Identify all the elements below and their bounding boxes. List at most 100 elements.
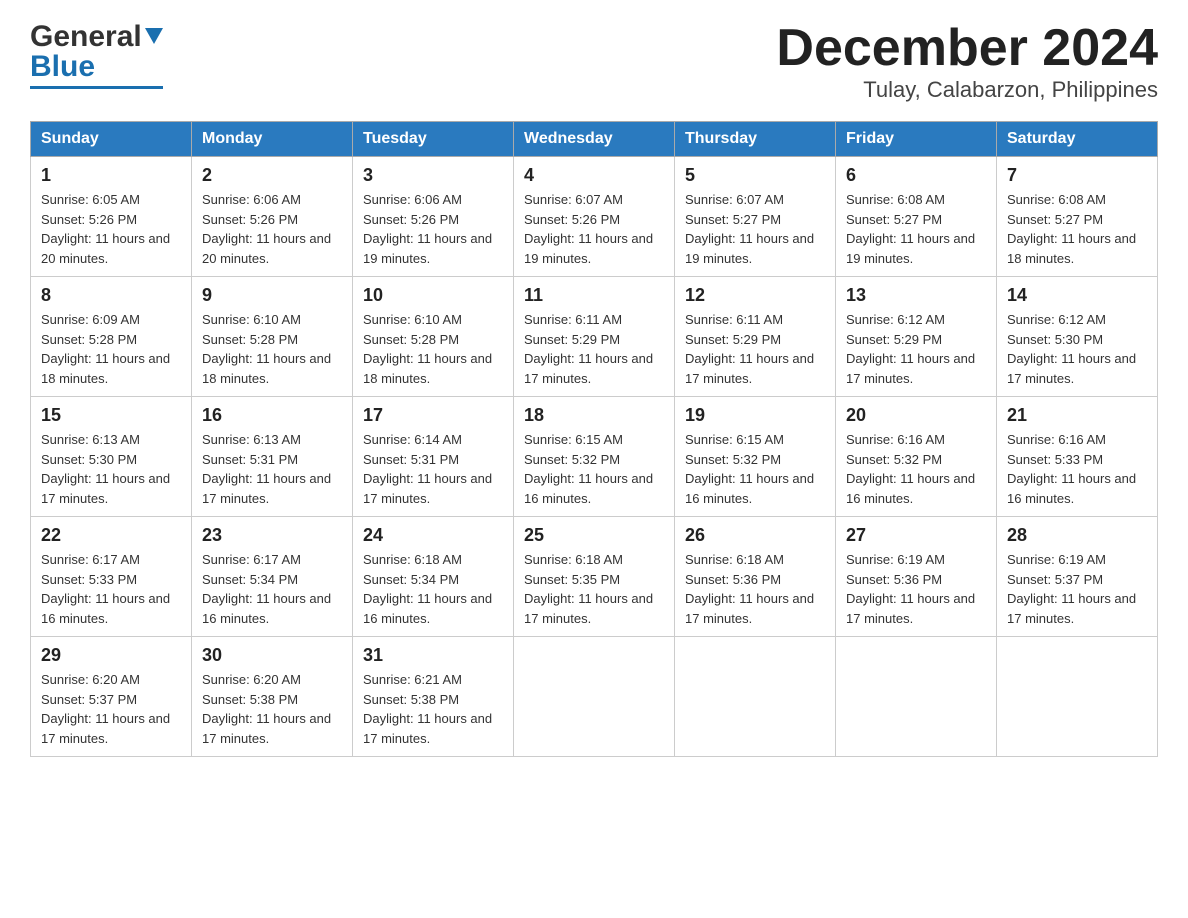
day-info: Sunrise: 6:16 AM Sunset: 5:33 PM Dayligh… — [1007, 430, 1147, 508]
calendar-cell — [514, 637, 675, 757]
header-sunday: Sunday — [31, 122, 192, 157]
calendar-cell: 29 Sunrise: 6:20 AM Sunset: 5:37 PM Dayl… — [31, 637, 192, 757]
calendar-cell: 8 Sunrise: 6:09 AM Sunset: 5:28 PM Dayli… — [31, 277, 192, 397]
calendar-cell — [836, 637, 997, 757]
sunrise-label: Sunrise: 6:06 AM — [363, 192, 462, 207]
daylight-label: Daylight: 11 hours and 18 minutes. — [202, 351, 331, 386]
day-number: 13 — [846, 285, 986, 306]
logo-triangle-icon — [145, 28, 163, 49]
daylight-label: Daylight: 11 hours and 18 minutes. — [1007, 231, 1136, 266]
daylight-label: Daylight: 11 hours and 16 minutes. — [524, 471, 653, 506]
sunrise-label: Sunrise: 6:10 AM — [363, 312, 462, 327]
sunrise-label: Sunrise: 6:12 AM — [1007, 312, 1106, 327]
day-info: Sunrise: 6:20 AM Sunset: 5:38 PM Dayligh… — [202, 670, 342, 748]
day-number: 1 — [41, 165, 181, 186]
calendar-location: Tulay, Calabarzon, Philippines — [776, 77, 1158, 103]
sunrise-label: Sunrise: 6:21 AM — [363, 672, 462, 687]
sunset-label: Sunset: 5:36 PM — [685, 572, 781, 587]
daylight-label: Daylight: 11 hours and 17 minutes. — [41, 471, 170, 506]
day-info: Sunrise: 6:06 AM Sunset: 5:26 PM Dayligh… — [363, 190, 503, 268]
week-row-4: 22 Sunrise: 6:17 AM Sunset: 5:33 PM Dayl… — [31, 517, 1158, 637]
sunrise-label: Sunrise: 6:19 AM — [846, 552, 945, 567]
day-info: Sunrise: 6:05 AM Sunset: 5:26 PM Dayligh… — [41, 190, 181, 268]
calendar-cell: 22 Sunrise: 6:17 AM Sunset: 5:33 PM Dayl… — [31, 517, 192, 637]
daylight-label: Daylight: 11 hours and 18 minutes. — [363, 351, 492, 386]
calendar-cell: 23 Sunrise: 6:17 AM Sunset: 5:34 PM Dayl… — [192, 517, 353, 637]
sunrise-label: Sunrise: 6:16 AM — [1007, 432, 1106, 447]
day-info: Sunrise: 6:21 AM Sunset: 5:38 PM Dayligh… — [363, 670, 503, 748]
calendar-cell: 11 Sunrise: 6:11 AM Sunset: 5:29 PM Dayl… — [514, 277, 675, 397]
daylight-label: Daylight: 11 hours and 17 minutes. — [202, 471, 331, 506]
sunset-label: Sunset: 5:28 PM — [202, 332, 298, 347]
sunset-label: Sunset: 5:38 PM — [202, 692, 298, 707]
day-number: 25 — [524, 525, 664, 546]
daylight-label: Daylight: 11 hours and 19 minutes. — [685, 231, 814, 266]
sunrise-label: Sunrise: 6:07 AM — [524, 192, 623, 207]
sunrise-label: Sunrise: 6:18 AM — [363, 552, 462, 567]
daylight-label: Daylight: 11 hours and 19 minutes. — [363, 231, 492, 266]
daylight-label: Daylight: 11 hours and 20 minutes. — [202, 231, 331, 266]
day-info: Sunrise: 6:19 AM Sunset: 5:36 PM Dayligh… — [846, 550, 986, 628]
week-row-1: 1 Sunrise: 6:05 AM Sunset: 5:26 PM Dayli… — [31, 157, 1158, 277]
calendar-cell: 20 Sunrise: 6:16 AM Sunset: 5:32 PM Dayl… — [836, 397, 997, 517]
sunset-label: Sunset: 5:31 PM — [363, 452, 459, 467]
calendar-cell: 30 Sunrise: 6:20 AM Sunset: 5:38 PM Dayl… — [192, 637, 353, 757]
logo: General Blue — [30, 20, 163, 89]
calendar-cell — [997, 637, 1158, 757]
sunrise-label: Sunrise: 6:08 AM — [1007, 192, 1106, 207]
sunrise-label: Sunrise: 6:10 AM — [202, 312, 301, 327]
day-info: Sunrise: 6:15 AM Sunset: 5:32 PM Dayligh… — [524, 430, 664, 508]
daylight-label: Daylight: 11 hours and 17 minutes. — [685, 591, 814, 626]
logo-underline — [30, 86, 163, 89]
calendar-cell: 7 Sunrise: 6:08 AM Sunset: 5:27 PM Dayli… — [997, 157, 1158, 277]
sunset-label: Sunset: 5:30 PM — [1007, 332, 1103, 347]
day-info: Sunrise: 6:18 AM Sunset: 5:35 PM Dayligh… — [524, 550, 664, 628]
daylight-label: Daylight: 11 hours and 17 minutes. — [202, 711, 331, 746]
calendar-cell: 9 Sunrise: 6:10 AM Sunset: 5:28 PM Dayli… — [192, 277, 353, 397]
calendar-cell: 3 Sunrise: 6:06 AM Sunset: 5:26 PM Dayli… — [353, 157, 514, 277]
sunset-label: Sunset: 5:26 PM — [363, 212, 459, 227]
sunrise-label: Sunrise: 6:16 AM — [846, 432, 945, 447]
calendar-cell: 4 Sunrise: 6:07 AM Sunset: 5:26 PM Dayli… — [514, 157, 675, 277]
title-section: December 2024 Tulay, Calabarzon, Philipp… — [776, 20, 1158, 103]
daylight-label: Daylight: 11 hours and 17 minutes. — [524, 591, 653, 626]
calendar-cell: 25 Sunrise: 6:18 AM Sunset: 5:35 PM Dayl… — [514, 517, 675, 637]
daylight-label: Daylight: 11 hours and 16 minutes. — [685, 471, 814, 506]
sunset-label: Sunset: 5:38 PM — [363, 692, 459, 707]
calendar-cell: 17 Sunrise: 6:14 AM Sunset: 5:31 PM Dayl… — [353, 397, 514, 517]
sunrise-label: Sunrise: 6:05 AM — [41, 192, 140, 207]
sunrise-label: Sunrise: 6:18 AM — [685, 552, 784, 567]
week-row-3: 15 Sunrise: 6:13 AM Sunset: 5:30 PM Dayl… — [31, 397, 1158, 517]
header-wednesday: Wednesday — [514, 122, 675, 157]
sunset-label: Sunset: 5:36 PM — [846, 572, 942, 587]
sunrise-label: Sunrise: 6:13 AM — [202, 432, 301, 447]
sunrise-label: Sunrise: 6:15 AM — [524, 432, 623, 447]
header-friday: Friday — [836, 122, 997, 157]
days-header-row: SundayMondayTuesdayWednesdayThursdayFrid… — [31, 122, 1158, 157]
day-number: 23 — [202, 525, 342, 546]
day-info: Sunrise: 6:08 AM Sunset: 5:27 PM Dayligh… — [1007, 190, 1147, 268]
sunset-label: Sunset: 5:26 PM — [524, 212, 620, 227]
daylight-label: Daylight: 11 hours and 17 minutes. — [846, 351, 975, 386]
sunrise-label: Sunrise: 6:12 AM — [846, 312, 945, 327]
day-info: Sunrise: 6:19 AM Sunset: 5:37 PM Dayligh… — [1007, 550, 1147, 628]
header-thursday: Thursday — [675, 122, 836, 157]
day-number: 28 — [1007, 525, 1147, 546]
sunset-label: Sunset: 5:29 PM — [846, 332, 942, 347]
calendar-cell: 24 Sunrise: 6:18 AM Sunset: 5:34 PM Dayl… — [353, 517, 514, 637]
day-number: 18 — [524, 405, 664, 426]
sunrise-label: Sunrise: 6:14 AM — [363, 432, 462, 447]
calendar-table: SundayMondayTuesdayWednesdayThursdayFrid… — [30, 121, 1158, 757]
day-info: Sunrise: 6:10 AM Sunset: 5:28 PM Dayligh… — [202, 310, 342, 388]
header-tuesday: Tuesday — [353, 122, 514, 157]
day-number: 14 — [1007, 285, 1147, 306]
day-number: 12 — [685, 285, 825, 306]
header-monday: Monday — [192, 122, 353, 157]
sunset-label: Sunset: 5:28 PM — [363, 332, 459, 347]
sunrise-label: Sunrise: 6:17 AM — [41, 552, 140, 567]
sunset-label: Sunset: 5:33 PM — [1007, 452, 1103, 467]
sunset-label: Sunset: 5:34 PM — [363, 572, 459, 587]
day-info: Sunrise: 6:06 AM Sunset: 5:26 PM Dayligh… — [202, 190, 342, 268]
day-info: Sunrise: 6:14 AM Sunset: 5:31 PM Dayligh… — [363, 430, 503, 508]
sunset-label: Sunset: 5:27 PM — [685, 212, 781, 227]
